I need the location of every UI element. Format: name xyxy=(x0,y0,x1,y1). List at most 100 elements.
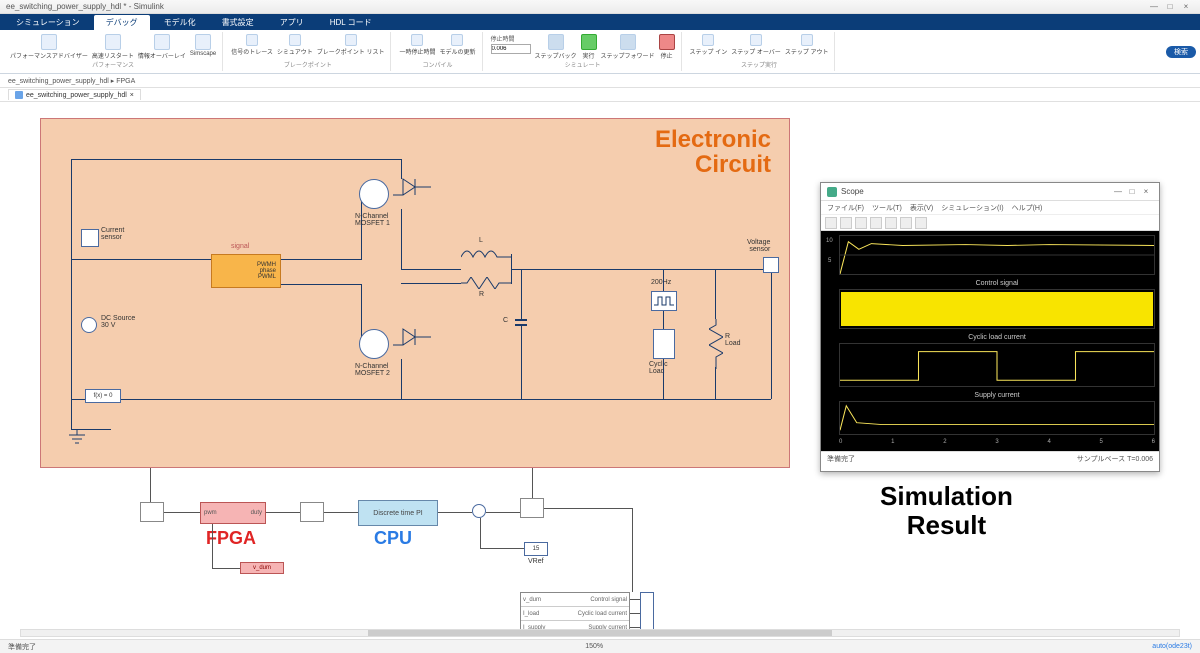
scope-menu-file[interactable]: ファイル(F) xyxy=(827,203,864,213)
c-label: C xyxy=(503,317,508,324)
status-solver[interactable]: auto(ode23t) xyxy=(1152,643,1192,650)
scope-minimize[interactable]: — xyxy=(1111,187,1125,196)
tab-debug[interactable]: デバッグ xyxy=(94,15,150,30)
overlay-button[interactable]: 情報オーバーレイ xyxy=(138,34,186,60)
mosfet2-block[interactable] xyxy=(359,329,389,359)
sim-result-label: SimulationResult xyxy=(880,482,1013,539)
scope-tb-6[interactable] xyxy=(900,217,912,229)
breadcrumb-bar: ee_switching_power_supply_hdl ▸ FPGA xyxy=(0,74,1200,88)
fast-restart-button[interactable]: 高速リスタート xyxy=(92,34,134,60)
fpga-block[interactable]: pwmduty xyxy=(200,502,266,524)
mosfet1-block[interactable] xyxy=(359,179,389,209)
perf-advisor-button[interactable]: パフォーマンスアドバイザー xyxy=(10,34,88,60)
tab-format[interactable]: 書式設定 xyxy=(210,15,266,30)
scope-close[interactable]: × xyxy=(1139,187,1153,196)
rate-trans-2[interactable] xyxy=(300,502,324,522)
cpu-block[interactable]: Discrete time PI xyxy=(358,500,438,526)
rate-trans-3[interactable] xyxy=(520,498,544,518)
file-tab-close[interactable]: × xyxy=(130,92,134,99)
document-icon xyxy=(15,91,23,99)
panel3-title: Cyclic load current xyxy=(840,334,1154,341)
scope-titlebar[interactable]: Scope — □ × xyxy=(821,183,1159,201)
model-canvas[interactable]: ElectronicCircuit Current sensor DC Sour… xyxy=(0,102,1200,639)
pwm-block[interactable]: PWMHphasePWML xyxy=(211,254,281,288)
tab-simulation[interactable]: シミュレーション xyxy=(4,15,92,30)
vref-label: VRef xyxy=(528,558,544,565)
step-in-button[interactable]: ステップ イン xyxy=(690,34,728,56)
mosfet2-label: N-Channel MOSFET 2 xyxy=(355,363,390,377)
simscape-button[interactable]: Simscape xyxy=(190,34,216,57)
ribbon: パフォーマンスアドバイザー 高速リスタート 情報オーバーレイ Simscape … xyxy=(0,30,1200,74)
ribbon-tabs: シミュレーション デバッグ モデル化 書式設定 アプリ HDL コード xyxy=(0,14,1200,30)
diode2-icon xyxy=(393,325,433,349)
pulse-gen-block[interactable] xyxy=(651,291,677,311)
file-tab-model[interactable]: ee_switching_power_supply_hdl × xyxy=(8,89,141,100)
pause-time-button[interactable]: 一時停止時間 xyxy=(399,34,435,56)
voltage-sensor-block[interactable] xyxy=(763,257,779,273)
update-model-button[interactable]: モデルの更新 xyxy=(439,34,475,56)
maximize-button[interactable]: □ xyxy=(1162,2,1178,11)
solver-block[interactable]: f(x) = 0 xyxy=(85,389,121,403)
scope-tb-7[interactable] xyxy=(915,217,927,229)
h-scrollbar[interactable] xyxy=(20,629,1180,637)
tab-apps[interactable]: アプリ xyxy=(268,15,316,30)
stop-time-input[interactable] xyxy=(491,44,531,54)
vsensor-label: Voltage sensor xyxy=(747,239,770,253)
scope-toolbar xyxy=(821,215,1159,231)
group-perf-label: パフォーマンス xyxy=(10,60,216,69)
step-out-button[interactable]: ステップ アウト xyxy=(785,34,829,56)
mosfet1-label: N-Channel MOSFET 1 xyxy=(355,213,390,227)
scope-maximize[interactable]: □ xyxy=(1125,187,1139,196)
vref-const[interactable]: 15 xyxy=(524,542,548,556)
scope-tb-1[interactable] xyxy=(825,217,837,229)
stop-button[interactable]: 停止 xyxy=(659,34,675,60)
run-button[interactable]: 実行 xyxy=(581,34,597,60)
step-back-button[interactable]: ステップバック xyxy=(535,34,577,60)
panel4-title: Supply current xyxy=(840,392,1154,399)
rate-trans-1[interactable] xyxy=(140,502,164,522)
v-dum-tag[interactable]: v_dum xyxy=(240,562,284,574)
scope-menu-help[interactable]: ヘルプ(H) xyxy=(1012,203,1043,213)
scope-menu-sim[interactable]: シミュレーション(I) xyxy=(941,203,1003,213)
dc-source-label: DC Source 30 V xyxy=(101,315,135,329)
r-label: R xyxy=(479,291,484,298)
status-left: 準備完了 xyxy=(8,642,36,652)
scope-plot-area[interactable]: 10 5 Control signal Cyclic load current … xyxy=(821,231,1159,451)
tab-modeling[interactable]: モデル化 xyxy=(152,15,208,30)
ribbon-search[interactable]: 検索 xyxy=(1166,46,1196,58)
fpga-label: FPGA xyxy=(206,528,256,549)
scope-title-text: Scope xyxy=(841,187,864,196)
step-over-button[interactable]: ステップ オーバー xyxy=(731,34,781,56)
scope-sink-block[interactable] xyxy=(640,592,654,634)
scope-tb-5[interactable] xyxy=(885,217,897,229)
scope-menu: ファイル(F) ツール(T) 表示(V) シミュレーション(I) ヘルプ(H) xyxy=(821,201,1159,215)
group-step-label: ステップ実行 xyxy=(690,60,829,69)
scope-tb-2[interactable] xyxy=(840,217,852,229)
dc-source-block[interactable] xyxy=(81,317,97,333)
scope-tb-4[interactable] xyxy=(870,217,882,229)
bp-list-button[interactable]: ブレークポイント リスト xyxy=(317,34,385,56)
status-bar: 準備完了 150% auto(ode23t) xyxy=(0,639,1200,653)
cpu-label: CPU xyxy=(374,528,412,549)
circuit-title: ElectronicCircuit xyxy=(655,127,771,177)
cyclic-load-block[interactable] xyxy=(653,329,675,359)
resistor-icon xyxy=(461,277,511,289)
status-zoom[interactable]: 150% xyxy=(36,643,1152,650)
scope-window[interactable]: Scope — □ × ファイル(F) ツール(T) 表示(V) シミュレーショ… xyxy=(820,182,1160,472)
scope-menu-tools[interactable]: ツール(T) xyxy=(872,203,902,213)
scope-tb-3[interactable] xyxy=(855,217,867,229)
scope-menu-view[interactable]: 表示(V) xyxy=(910,203,933,213)
l-label: L xyxy=(479,237,483,244)
panel2-title: Control signal xyxy=(840,280,1154,287)
current-sensor-block[interactable] xyxy=(81,229,99,247)
tab-hdl[interactable]: HDL コード xyxy=(318,15,384,30)
trace-button[interactable]: 信号のトレース xyxy=(231,34,273,56)
circuit-subsystem[interactable]: ElectronicCircuit Current sensor DC Sour… xyxy=(40,118,790,468)
bus-creator-block[interactable]: v_dumControl signal I_loadCyclic load cu… xyxy=(520,592,630,634)
step-fwd-button[interactable]: ステップフォワード xyxy=(601,34,655,60)
simout-button[interactable]: シミュアウト xyxy=(277,34,313,56)
breadcrumb[interactable]: ee_switching_power_supply_hdl ▸ FPGA xyxy=(8,77,135,85)
minimize-button[interactable]: — xyxy=(1146,2,1162,11)
sum-block[interactable] xyxy=(472,504,486,518)
close-button[interactable]: × xyxy=(1178,2,1194,11)
